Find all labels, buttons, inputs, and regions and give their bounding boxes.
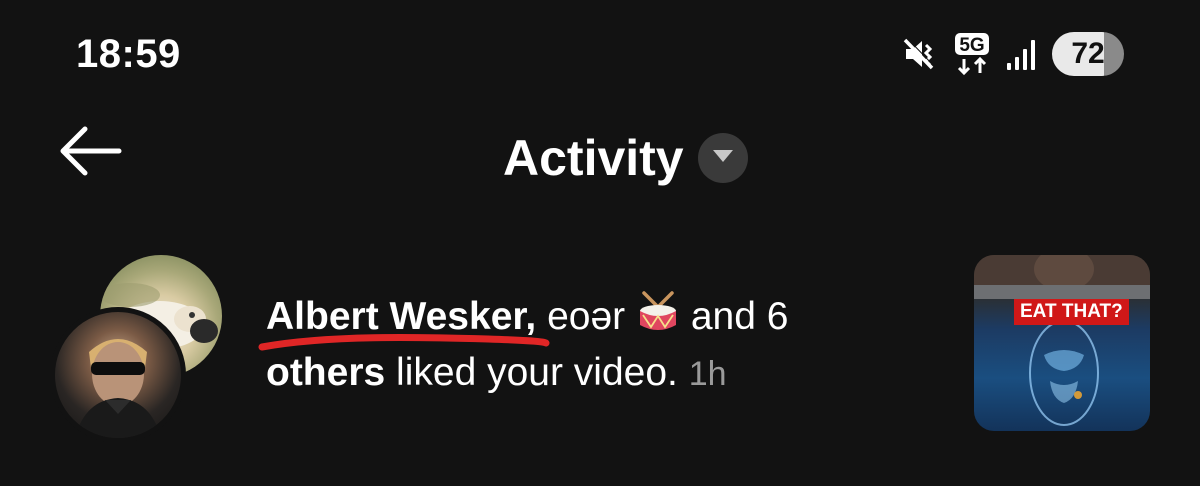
others-count: and 6 <box>690 295 789 338</box>
thumbnail-caption: EAT THAT? <box>1014 299 1129 325</box>
activity-screen: 18:59 5G 72 Activity Albert Wesker, eoər… <box>0 0 1200 486</box>
drum-emoji-icon <box>636 291 680 335</box>
second-user-name[interactable]: eoər <box>547 295 625 338</box>
5g-data-icon: 5G <box>952 32 992 76</box>
arrow-left-icon <box>57 125 123 182</box>
status-time: 18:59 <box>76 32 181 76</box>
time-ago: 1h <box>688 355 727 393</box>
video-thumbnail[interactable]: EAT THAT? <box>974 255 1150 431</box>
battery-icon: 72 <box>1052 32 1124 76</box>
activity-filter-dropdown[interactable]: Activity <box>503 126 748 190</box>
network-type-text: 5G <box>959 35 984 56</box>
avatar-albert-wesker[interactable] <box>50 307 186 443</box>
page-title: Activity <box>503 130 684 186</box>
mute-vibrate-icon <box>902 36 938 72</box>
dropdown-button[interactable] <box>697 133 748 183</box>
back-button[interactable] <box>50 118 130 188</box>
triangle-down-icon <box>712 148 734 169</box>
activity-notification-like[interactable]: Albert Wesker, eoər and 6 others liked y… <box>0 245 1200 445</box>
red-underline-annotation <box>258 333 550 351</box>
signal-icon <box>1006 37 1038 71</box>
battery-level: 72 <box>1071 37 1105 70</box>
status-icons: 5G 72 <box>902 32 1124 76</box>
